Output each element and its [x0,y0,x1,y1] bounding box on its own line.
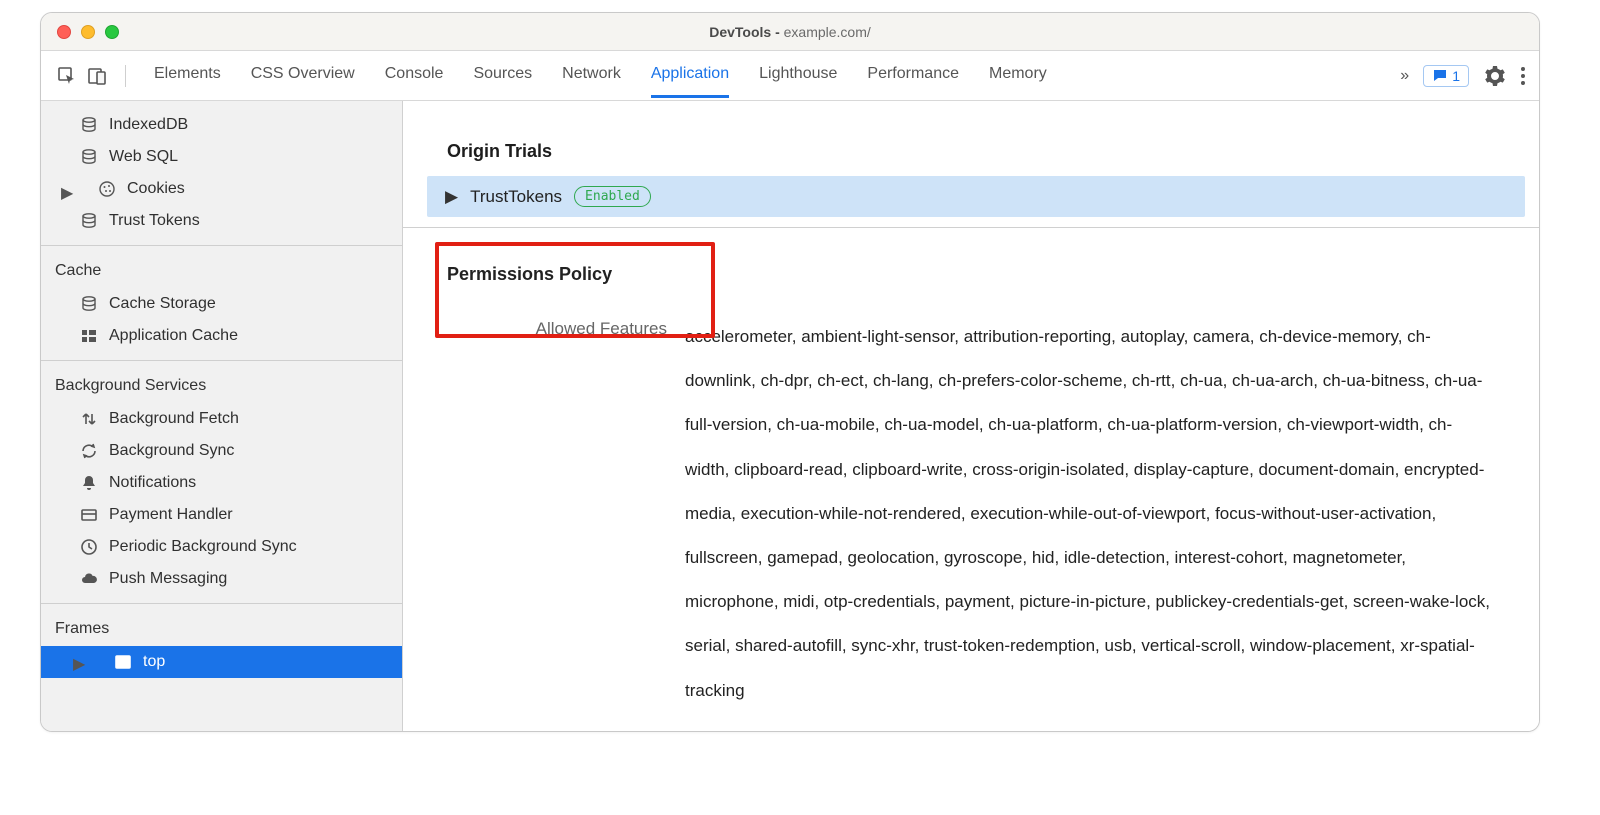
titlebar: DevTools - example.com/ [41,13,1539,51]
tab-memory[interactable]: Memory [989,53,1047,98]
updown-arrows-icon [79,409,99,429]
inspect-element-icon[interactable] [55,64,79,88]
maximize-window-button[interactable] [105,25,119,39]
clock-icon [79,537,99,557]
title-prefix: DevTools - [709,24,783,40]
device-toolbar-icon[interactable] [85,64,109,88]
sidebar-item-cachestorage[interactable]: Cache Storage [41,288,402,320]
tab-sources[interactable]: Sources [473,53,532,98]
cloud-icon [79,569,99,589]
devtools-window: DevTools - example.com/ Elements CSS Ove… [40,12,1540,732]
tab-performance[interactable]: Performance [867,53,959,98]
tab-lighthouse[interactable]: Lighthouse [759,53,837,98]
sidebar-heading-frames: Frames [41,612,402,646]
sidebar-item-label: IndexedDB [109,116,188,134]
sidebar-item-label: Cache Storage [109,295,216,313]
window-title: DevTools - example.com/ [41,24,1539,40]
sidebar-item-label: Push Messaging [109,570,227,588]
sidebar-item-push[interactable]: Push Messaging [41,563,402,595]
sidebar-item-bgsync[interactable]: Background Sync [41,435,402,467]
sidebar-item-frame-top[interactable]: ▶ top [41,646,402,678]
sidebar-item-label: Application Cache [109,327,238,345]
more-tabs-button[interactable]: » [1400,67,1409,85]
issues-badge[interactable]: 1 [1423,65,1469,87]
sidebar-item-notifications[interactable]: Notifications [41,467,402,499]
sidebar-item-payment[interactable]: Payment Handler [41,499,402,531]
sidebar-item-bgfetch[interactable]: Background Fetch [41,403,402,435]
sidebar-item-label: Periodic Background Sync [109,538,297,556]
devtools-tabbar: Elements CSS Overview Console Sources Ne… [41,51,1539,101]
issues-count: 1 [1452,68,1460,84]
application-sidebar: IndexedDB Web SQL ▶ Cookies Trust Tokens [41,101,403,731]
sidebar-item-websql[interactable]: Web SQL [41,141,402,173]
sidebar-item-label: Background Sync [109,442,234,460]
allowed-features-label: Allowed Features [447,315,667,713]
sidebar-item-label: Cookies [127,180,185,198]
card-icon [79,505,99,525]
sidebar-heading-bgservices: Background Services [41,369,402,403]
sidebar-heading-cache: Cache [41,254,402,288]
database-icon [79,115,99,135]
sidebar-item-label: Notifications [109,474,196,492]
settings-icon[interactable] [1483,64,1507,88]
tab-network[interactable]: Network [562,53,621,98]
cookie-icon [97,179,117,199]
application-main: Origin Trials ▶ TrustTokens Enabled Perm… [403,101,1539,731]
sidebar-item-periodic[interactable]: Periodic Background Sync [41,531,402,563]
database-icon [79,211,99,231]
frame-icon [113,652,133,672]
sidebar-item-label: Web SQL [109,148,178,166]
allowed-features-value: accelerometer, ambient-light-sensor, att… [685,315,1495,713]
tab-elements[interactable]: Elements [154,53,221,98]
origin-trial-status-badge: Enabled [574,186,651,207]
database-icon [79,147,99,167]
expand-caret-icon: ▶ [445,187,458,207]
origin-trial-trusttokens[interactable]: ▶ TrustTokens Enabled [427,176,1525,217]
title-domain: example.com/ [784,24,871,40]
separator [125,65,126,87]
sidebar-item-label: top [143,653,165,671]
window-controls [41,25,119,39]
minimize-window-button[interactable] [81,25,95,39]
sync-icon [79,441,99,461]
sidebar-item-cookies[interactable]: ▶ Cookies [41,173,402,205]
sidebar-item-label: Trust Tokens [109,212,200,230]
tab-css-overview[interactable]: CSS Overview [251,53,355,98]
sidebar-item-indexeddb[interactable]: IndexedDB [41,109,402,141]
origin-trials-title: Origin Trials [403,113,1539,176]
sidebar-item-trusttokens[interactable]: Trust Tokens [41,205,402,237]
database-icon [79,294,99,314]
permissions-policy-title: Permissions Policy [403,240,1539,291]
sidebar-item-label: Background Fetch [109,410,239,428]
tab-application[interactable]: Application [651,53,729,98]
expand-caret-icon: ▶ [73,654,85,674]
panel-tabs: Elements CSS Overview Console Sources Ne… [154,53,1047,98]
grid-icon [79,326,99,346]
origin-trial-name: TrustTokens [470,187,562,207]
close-window-button[interactable] [57,25,71,39]
tab-console[interactable]: Console [385,53,444,98]
chat-icon [1432,68,1448,84]
sidebar-item-label: Payment Handler [109,506,233,524]
sidebar-item-appcache[interactable]: Application Cache [41,320,402,352]
more-menu-button[interactable] [1521,67,1525,85]
bell-icon [79,473,99,493]
expand-caret-icon: ▶ [61,183,73,203]
